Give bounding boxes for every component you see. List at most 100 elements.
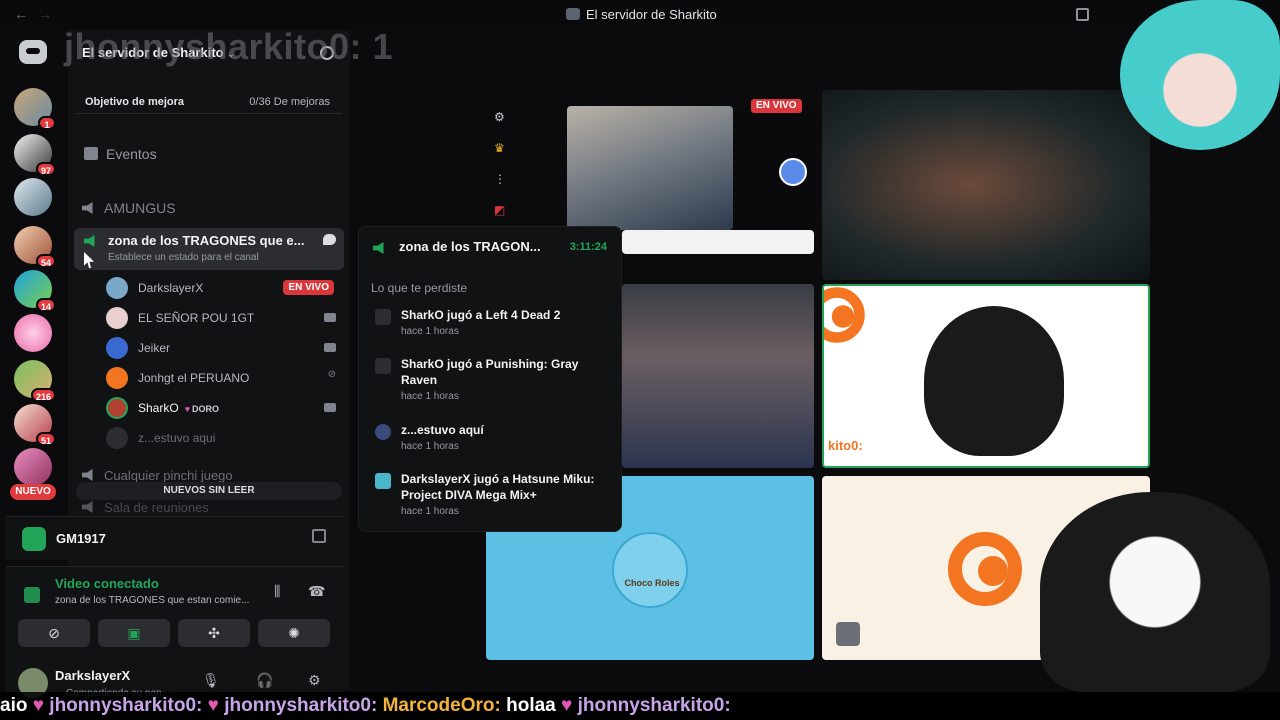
heart-icon: ♥ bbox=[561, 695, 578, 716]
user-name[interactable]: DarkslayerX bbox=[55, 668, 130, 683]
soundboard-button[interactable]: ✺ bbox=[258, 619, 330, 647]
crunchyroll-icon bbox=[948, 532, 1022, 606]
discord-home-icon[interactable] bbox=[19, 40, 47, 64]
ticker-user: aio bbox=[0, 695, 28, 716]
voice-user[interactable]: SharkO ♥ DORO bbox=[106, 396, 338, 420]
heart-icon: ♥ bbox=[32, 695, 50, 716]
avatar-label: Choco Roles bbox=[624, 578, 680, 588]
server-icon[interactable]: 97 bbox=[14, 134, 56, 176]
server-icon[interactable]: 216 bbox=[14, 360, 56, 402]
voice-channel[interactable]: Cualquier pinchi juego bbox=[82, 468, 233, 483]
speaker-icon bbox=[82, 469, 93, 481]
voice-channel[interactable]: Sala de reuniones bbox=[82, 500, 209, 515]
server-icon[interactable]: 54 bbox=[14, 226, 56, 268]
muted-icon: ⊘ bbox=[327, 369, 336, 380]
server-icon bbox=[566, 8, 580, 20]
camera-icon bbox=[324, 313, 336, 322]
window-title: El servidor de Sharkito bbox=[566, 7, 717, 22]
missed-activity-popup: zona de los TRAGON... 3:11:24 Lo que te … bbox=[358, 226, 622, 532]
signal-icon[interactable] bbox=[24, 587, 40, 603]
stream-controls-tile bbox=[733, 106, 815, 230]
new-unread-pill[interactable]: NUEVOS SIN LEER bbox=[76, 482, 342, 500]
boost-progress: 0/36 De mejoras bbox=[249, 96, 330, 108]
voice-channel-name[interactable]: zona de los TRAGONES que estan comie... bbox=[55, 595, 249, 606]
record-icon[interactable] bbox=[779, 158, 807, 186]
crown-icon[interactable]: ♛ bbox=[494, 141, 505, 155]
back-arrow-icon[interactable]: ← bbox=[14, 6, 28, 22]
user-name: z...estuvo aqui bbox=[138, 431, 216, 445]
boost-goal[interactable]: Objetivo de mejora 0/36 De mejoras bbox=[76, 92, 342, 114]
badge: 216 bbox=[30, 388, 56, 402]
new-unread-badge[interactable]: NUEVO bbox=[10, 484, 56, 500]
voice-channel-active[interactable]: zona de los TRAGONES que e... Establece … bbox=[74, 228, 344, 270]
inbox-icon[interactable] bbox=[1076, 8, 1089, 21]
voice-user[interactable]: z...estuvo aqui bbox=[106, 426, 338, 450]
webcam-tile[interactable] bbox=[822, 90, 1150, 280]
user-name: Jeiker bbox=[138, 341, 171, 355]
calendar-icon bbox=[84, 147, 98, 160]
headphones-icon[interactable]: 🎧 bbox=[256, 672, 273, 689]
avatar bbox=[612, 532, 688, 608]
game-stream-tile[interactable] bbox=[622, 284, 814, 468]
game-icon bbox=[375, 358, 391, 374]
server-icon[interactable]: 14 bbox=[14, 270, 56, 312]
voice-user[interactable]: EL SEÑOR POU 1GT bbox=[106, 306, 338, 330]
character-avatar bbox=[924, 306, 1064, 456]
forward-arrow-icon[interactable]: → bbox=[38, 6, 52, 22]
server-icon[interactable] bbox=[14, 178, 52, 216]
gear-icon[interactable]: ⚙ bbox=[308, 672, 321, 689]
camera-icon bbox=[324, 343, 336, 352]
crunchyroll-icon bbox=[824, 287, 865, 343]
role-tag: ♥ DORO bbox=[184, 404, 220, 414]
activity-time: hace 1 horas bbox=[401, 441, 459, 452]
server-icon[interactable]: 1 bbox=[14, 88, 56, 130]
avatar bbox=[106, 277, 128, 299]
live-badge: EN VIVO bbox=[751, 99, 802, 113]
voice-user[interactable]: Jeiker bbox=[106, 336, 338, 360]
voice-user[interactable]: DarkslayerX EN VIVO bbox=[106, 276, 338, 300]
activities-button[interactable]: ✣ bbox=[178, 619, 250, 647]
close-icon[interactable] bbox=[312, 529, 326, 543]
voice-user[interactable]: Jonhgt el PERUANO ⊘ bbox=[106, 366, 338, 390]
noise-suppression-icon[interactable]: ⫼ bbox=[274, 583, 280, 600]
screen-share-button[interactable]: ▣ bbox=[98, 619, 170, 647]
microphone-icon[interactable]: 🎙 bbox=[202, 672, 220, 689]
avatar bbox=[106, 367, 128, 389]
avatar bbox=[106, 397, 128, 419]
speaker-icon bbox=[82, 202, 93, 214]
disconnect-icon[interactable]: ☎ bbox=[308, 583, 325, 600]
server-icon[interactable] bbox=[14, 314, 52, 352]
camera-off-button[interactable]: ⊘ bbox=[18, 619, 90, 647]
server-icon[interactable]: 51 bbox=[14, 404, 56, 446]
activity-text: z...estuvo aquí bbox=[401, 423, 484, 437]
badge: 1 bbox=[38, 116, 56, 130]
voice-channel-amungus[interactable]: AMUNGUS bbox=[82, 200, 176, 216]
stop-stream-icon[interactable]: ◩ bbox=[494, 203, 505, 217]
heart-icon: ♥ bbox=[184, 404, 191, 414]
channel-status[interactable]: Establece un estado para el canal bbox=[108, 252, 259, 263]
mascot-overlay bbox=[1120, 0, 1280, 150]
chat-bubble-icon[interactable] bbox=[323, 234, 336, 245]
stream-preview-tile[interactable] bbox=[567, 106, 733, 230]
channel-name: zona de los TRAGONES que e... bbox=[108, 233, 305, 248]
popup-channel-name: zona de los TRAGON... bbox=[399, 239, 541, 254]
activity-text: SharkO jugó a Left 4 Dead 2 bbox=[401, 308, 561, 322]
server-icon[interactable] bbox=[14, 448, 52, 486]
avatar-tile[interactable]: kito0: bbox=[822, 284, 1150, 468]
heart-icon: ♥ bbox=[207, 695, 225, 716]
live-badge: EN VIVO bbox=[283, 280, 334, 295]
events-item[interactable]: Eventos bbox=[84, 146, 157, 162]
user-name: DarkslayerX bbox=[138, 281, 204, 295]
more-icon[interactable]: ⋮ bbox=[494, 172, 506, 186]
game-icon bbox=[22, 527, 46, 551]
user-name: Jonhgt el PERUANO bbox=[138, 371, 250, 385]
tile-label: kito0: bbox=[828, 438, 863, 453]
tile-strip bbox=[622, 230, 814, 254]
avatar bbox=[106, 427, 128, 449]
stream-overlay-name: jhonnysharkito0: 1 bbox=[64, 26, 394, 67]
discord-stream-screen: ← → El servidor de Sharkito 1 97 54 14 2… bbox=[0, 0, 1280, 720]
settings-icon[interactable]: ⚙ bbox=[494, 110, 505, 124]
camera-off-icon bbox=[836, 622, 860, 646]
avatar bbox=[106, 307, 128, 329]
voice-status[interactable]: Video conectado bbox=[55, 576, 159, 591]
